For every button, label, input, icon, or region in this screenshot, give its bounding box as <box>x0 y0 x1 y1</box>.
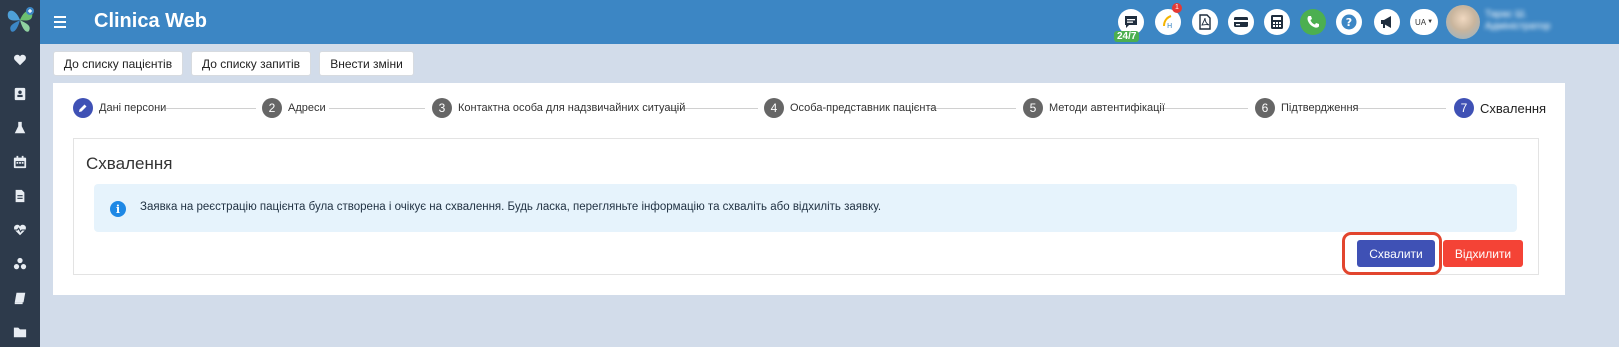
step-label: Методи автентифікації <box>1049 102 1165 114</box>
step-label: Схвалення <box>1480 100 1547 116</box>
step-connector <box>329 108 425 109</box>
app-title: Clinica Web <box>94 10 207 32</box>
step-label: Контактна особа для надзвичайних ситуаці… <box>458 102 686 114</box>
pencil-icon <box>73 98 93 118</box>
sidebar-item-calendar[interactable] <box>0 147 40 177</box>
reject-button[interactable]: Відхилити <box>1443 240 1523 267</box>
step-number: 6 <box>1255 98 1275 118</box>
step-connector <box>928 108 1016 109</box>
phone-icon <box>1307 16 1319 28</box>
svg-text:H: H <box>1167 22 1172 30</box>
notification-count-badge: 1 <box>1172 3 1182 13</box>
step-number: 3 <box>432 98 452 118</box>
folder-icon <box>13 327 27 338</box>
chat-247-badge: 24/7 <box>1114 31 1140 42</box>
step-connector <box>166 108 256 109</box>
user-name[interactable]: Тарас Ш. Адміністратор <box>1485 9 1585 35</box>
chevron-down-icon: ▼ <box>1427 19 1434 25</box>
calculator-button[interactable] <box>1264 9 1290 35</box>
step-authentication-methods[interactable]: 5 Методи автентифікації <box>1023 98 1165 118</box>
hamburger-menu-icon[interactable] <box>54 16 66 28</box>
megaphone-icon <box>1381 16 1391 28</box>
sidebar-item-lab[interactable] <box>0 113 40 143</box>
calculator-icon <box>1271 15 1283 29</box>
sidebar-item-book[interactable] <box>0 283 40 313</box>
info-icon: i <box>110 201 126 217</box>
helsi-logo-icon: H <box>1163 15 1172 30</box>
sidebar-item-documents[interactable] <box>0 181 40 211</box>
contact-card-icon <box>14 87 26 101</box>
sidebar <box>0 0 40 347</box>
step-personal-data[interactable]: Дані персони <box>73 98 166 118</box>
help-button[interactable]: ? <box>1336 9 1362 35</box>
sidebar-item-contacts[interactable] <box>0 79 40 109</box>
step-number: 4 <box>764 98 784 118</box>
call-button[interactable] <box>1300 9 1326 35</box>
user-role-line2: Адміністратор <box>1485 21 1551 32</box>
document-icon <box>15 189 25 203</box>
step-confirmation[interactable]: 6 Підтвердження <box>1255 98 1359 118</box>
credit-card-icon <box>1234 17 1248 27</box>
edit-button[interactable]: Внести зміни <box>319 51 414 76</box>
back-to-patients-button[interactable]: До списку пацієнтів <box>53 51 183 76</box>
step-emergency-contact[interactable]: 3 Контактна особа для надзвичайних ситуа… <box>432 98 685 118</box>
user-name-line1: Тарас Ш. <box>1485 9 1528 20</box>
book-icon <box>14 292 26 305</box>
sidebar-item-vitals[interactable] <box>0 215 40 245</box>
user-avatar[interactable] <box>1446 5 1480 39</box>
announcements-button[interactable] <box>1374 9 1400 35</box>
step-number: 7 <box>1454 98 1474 118</box>
alert-message: Заявка на реєстрацію пацієнта була створ… <box>140 201 882 213</box>
step-label: Адреси <box>288 102 326 114</box>
step-approval[interactable]: 7 Схвалення <box>1454 98 1546 118</box>
payment-card-button[interactable] <box>1228 9 1254 35</box>
flask-icon <box>14 121 26 134</box>
butterfly-logo-icon[interactable] <box>5 5 35 35</box>
approve-button[interactable]: Схвалити <box>1357 240 1435 267</box>
step-label: Особа-представник пацієнта <box>790 102 937 114</box>
step-label: Підтвердження <box>1281 102 1359 114</box>
svg-text:?: ? <box>1346 16 1352 29</box>
step-number: 5 <box>1023 98 1043 118</box>
pdf-button[interactable] <box>1192 9 1218 35</box>
step-connector <box>1358 108 1446 109</box>
step-connector <box>1160 108 1248 109</box>
heartbeat-icon <box>14 224 26 236</box>
language-label: UA <box>1414 17 1427 27</box>
sidebar-item-network[interactable] <box>0 249 40 279</box>
back-to-requests-button[interactable]: До списку запитів <box>191 51 311 76</box>
step-number: 2 <box>262 98 282 118</box>
chat-icon <box>1125 16 1137 28</box>
network-icon <box>13 257 27 270</box>
sidebar-item-folder[interactable] <box>0 317 40 347</box>
question-icon: ? <box>1341 14 1357 30</box>
language-selector[interactable]: UA ▼ <box>1410 9 1438 35</box>
step-patient-representative[interactable]: 4 Особа-представник пацієнта <box>764 98 937 118</box>
pdf-file-icon <box>1199 14 1211 30</box>
heart-icon <box>14 54 26 66</box>
step-addresses[interactable]: 2 Адреси <box>262 98 326 118</box>
step-label: Дані персони <box>99 102 167 114</box>
card-title: Схвалення <box>86 154 173 173</box>
calendar-icon <box>13 155 27 169</box>
sidebar-item-heart[interactable] <box>0 45 40 75</box>
